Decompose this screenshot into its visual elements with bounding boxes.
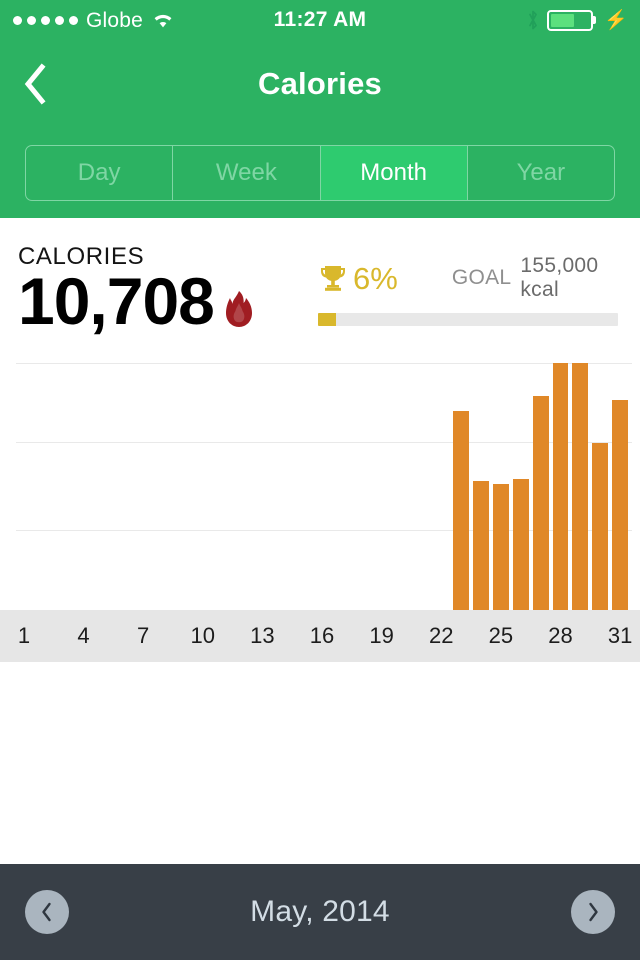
nav-bar: Calories bbox=[0, 40, 640, 128]
current-period-label: May, 2014 bbox=[250, 895, 390, 928]
month-navigator: May, 2014 bbox=[0, 864, 640, 960]
main-content: CALORIES 10,708 6% GOAL 155,000 kcal 1 4… bbox=[0, 218, 640, 864]
axis-tick-label: 13 bbox=[250, 623, 275, 648]
period-selector-wrap: Day Week Month Year bbox=[0, 128, 640, 218]
axis-tick-label: 25 bbox=[488, 623, 514, 648]
axis-tick-label: 7 bbox=[137, 623, 150, 648]
status-bar-time: 11:27 AM bbox=[273, 8, 367, 31]
chart-bar bbox=[592, 442, 609, 610]
axis-tick-label: 22 bbox=[428, 623, 454, 648]
goal-value: 155,000 kcal bbox=[520, 254, 599, 301]
trophy-icon bbox=[318, 264, 348, 292]
chart-bar bbox=[453, 411, 470, 610]
period-segmented-control[interactable]: Day Week Month Year bbox=[25, 145, 615, 201]
axis-tick-label: 10 bbox=[190, 623, 216, 648]
goal-row: 6% GOAL 155,000 kcal bbox=[318, 254, 628, 302]
calories-value: 10,708 bbox=[18, 264, 215, 339]
app-screen: Globe 11:27 AM ⚡ Calories Day Week Month… bbox=[0, 0, 640, 960]
chart-bar bbox=[572, 363, 589, 610]
chart-bar bbox=[552, 363, 569, 610]
chart-x-axis: 1 4 7 10 13 16 19 22 25 28 31 bbox=[0, 610, 640, 662]
axis-tick-label: 4 bbox=[77, 623, 90, 648]
calories-value-row: 10,708 bbox=[18, 268, 318, 335]
chart-bar bbox=[612, 399, 629, 610]
axis-tick-label: 1 bbox=[17, 623, 31, 648]
tab-year[interactable]: Year bbox=[468, 146, 614, 200]
flame-icon bbox=[224, 290, 254, 328]
status-bar: Globe 11:27 AM ⚡ bbox=[0, 0, 640, 40]
chart-bar bbox=[473, 480, 489, 610]
chart-bar bbox=[532, 396, 549, 610]
chart-bars bbox=[0, 345, 640, 610]
tab-day[interactable]: Day bbox=[26, 146, 174, 200]
calories-block: CALORIES 10,708 bbox=[18, 243, 318, 336]
goal-progress-fill bbox=[318, 313, 336, 326]
battery-icon bbox=[547, 9, 594, 31]
axis-tick-label: 28 bbox=[548, 623, 573, 648]
calories-bar-chart bbox=[0, 345, 640, 610]
page-title: Calories bbox=[258, 66, 382, 101]
axis-tick-label: 19 bbox=[369, 623, 394, 648]
axis-tick-label: 31 bbox=[607, 623, 633, 648]
goal-label: GOAL bbox=[451, 266, 512, 289]
summary-stats: CALORIES 10,708 6% GOAL 155,000 kcal bbox=[0, 218, 640, 336]
chart-bar bbox=[512, 479, 529, 610]
tab-week[interactable]: Week bbox=[173, 146, 321, 200]
axis-tick-label: 16 bbox=[309, 623, 335, 648]
tab-month[interactable]: Month bbox=[320, 146, 468, 200]
goal-progress-bar bbox=[318, 313, 618, 326]
goal-percent: 6% bbox=[353, 260, 398, 296]
goal-block: 6% GOAL 155,000 kcal bbox=[318, 244, 628, 326]
chart-bar bbox=[492, 484, 509, 610]
